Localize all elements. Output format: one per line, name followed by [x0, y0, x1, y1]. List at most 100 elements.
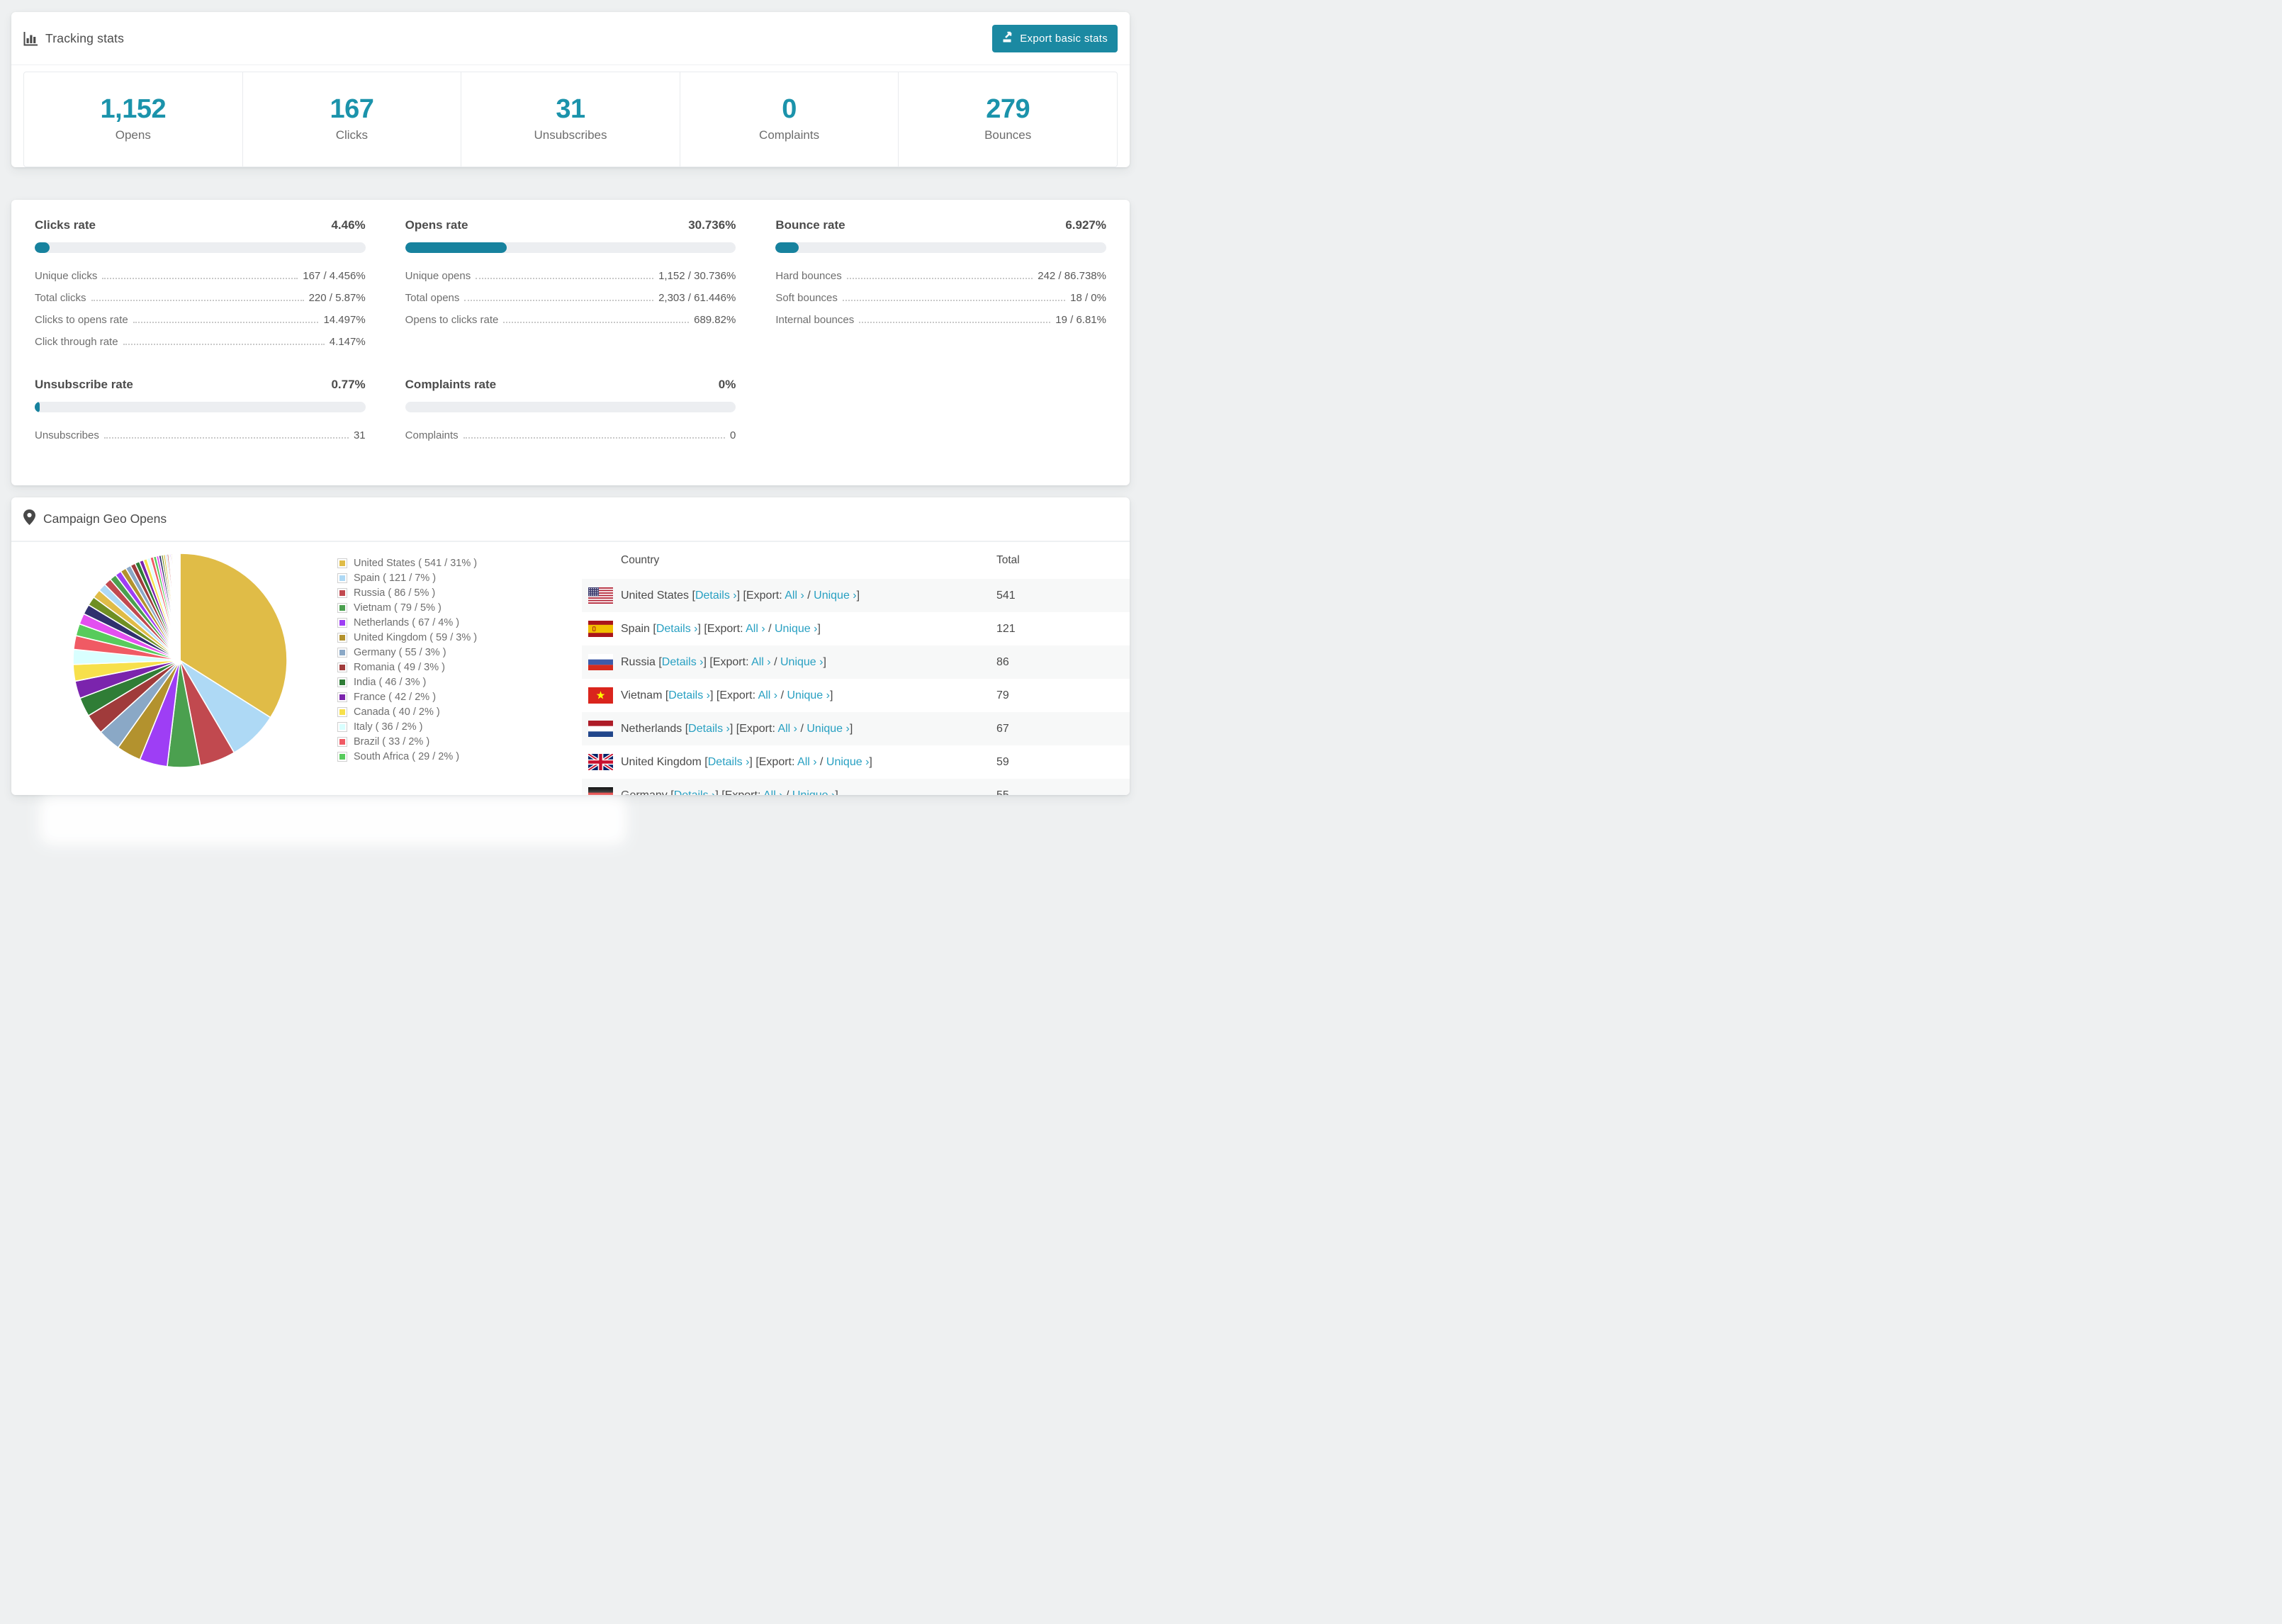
- pie-slice[interactable]: [179, 553, 181, 661]
- opens-rate-panel: Opens rate 30.736% Unique opens 1,152 / 30.…: [405, 218, 736, 358]
- legend-swatch: [337, 736, 347, 747]
- geo-opens-pie-chart[interactable]: [71, 551, 289, 769]
- dotted-leader: [91, 300, 304, 301]
- total-cell: 541: [996, 589, 1016, 602]
- export-all-link[interactable]: All ›: [797, 756, 817, 768]
- campaign-geo-opens-card: Campaign Geo Opens United States ( 541 /…: [11, 497, 1130, 795]
- dotted-leader: [102, 278, 298, 279]
- dotted-leader: [463, 437, 725, 439]
- legend-swatch: [337, 647, 347, 658]
- details-link[interactable]: Details ›: [688, 723, 730, 735]
- legend-item[interactable]: Germany ( 55 / 3% ): [337, 645, 477, 660]
- stat-value: 1,152: [100, 94, 167, 124]
- export-unique-link[interactable]: Unique ›: [775, 623, 817, 635]
- total-cell: 55: [996, 789, 1009, 796]
- geo-table-body: United States [Details ›] [Export: All ›…: [582, 579, 1130, 795]
- table-row-us: United States [Details ›] [Export: All ›…: [582, 579, 1130, 612]
- details-link[interactable]: Details ›: [708, 756, 750, 768]
- legend-item[interactable]: Russia ( 86 / 5% ): [337, 585, 477, 600]
- details-link[interactable]: Details ›: [656, 623, 698, 635]
- rate-value: 6.927%: [1065, 218, 1106, 232]
- rate-row: Hard bounces 242 / 86.738%: [775, 270, 1106, 282]
- country-cell: Russia [Details ›] [Export: All › / Uniq…: [621, 655, 826, 668]
- legend-item[interactable]: Italy ( 36 / 2% ): [337, 719, 477, 734]
- total-cell: 121: [996, 622, 1016, 635]
- legend-item[interactable]: South Africa ( 29 / 2% ): [337, 749, 477, 764]
- rate-row: Unsubscribes 31: [35, 429, 366, 441]
- dotted-leader: [123, 344, 325, 345]
- details-link[interactable]: Details ›: [668, 689, 710, 701]
- export-basic-stats-button[interactable]: Export basic stats: [992, 24, 1118, 52]
- country-cell: Germany [Details ›] [Export: All › / Uni…: [613, 789, 996, 796]
- bar-chart-icon: [23, 31, 38, 46]
- rate-row: Total opens 2,303 / 61.446%: [405, 292, 736, 304]
- campaign-geo-opens-header: Campaign Geo Opens: [11, 497, 1130, 542]
- legend-item[interactable]: Vietnam ( 79 / 5% ): [337, 600, 477, 615]
- details-link[interactable]: Details ›: [695, 590, 737, 602]
- geo-content: United States ( 541 / 31% ) Spain ( 121 /…: [11, 542, 1130, 795]
- legend-item[interactable]: India ( 46 / 3% ): [337, 675, 477, 689]
- rate-title: Opens rate: [405, 218, 468, 232]
- rates-grid: Clicks rate 4.46% Unique clicks 167 / 4.456…: [11, 200, 1130, 485]
- legend-item[interactable]: Netherlands ( 67 / 4% ): [337, 615, 477, 630]
- export-unique-link[interactable]: Unique ›: [806, 723, 849, 735]
- dotted-leader: [859, 322, 1051, 323]
- legend-swatch: [337, 558, 347, 568]
- stat-box-complaints: 0 Complaints: [679, 72, 899, 167]
- stat-value: 31: [556, 94, 585, 124]
- legend-item[interactable]: Canada ( 40 / 2% ): [337, 704, 477, 719]
- legend-item[interactable]: United Kingdom ( 59 / 3% ): [337, 630, 477, 645]
- export-all-link[interactable]: All ›: [785, 590, 804, 602]
- flag-us-icon: [588, 587, 613, 604]
- rate-title: Clicks rate: [35, 218, 96, 232]
- export-unique-link[interactable]: Unique ›: [814, 590, 856, 602]
- column-header-total: Total: [996, 554, 1020, 566]
- rate-title: Unsubscribe rate: [35, 378, 133, 391]
- flag-gb-icon: [588, 754, 613, 770]
- progress-fill: [35, 402, 40, 412]
- export-all-link[interactable]: All ›: [751, 656, 771, 668]
- bottom-glow: [39, 796, 627, 845]
- stat-box-opens: 1,152 Opens: [23, 72, 243, 167]
- details-link[interactable]: Details ›: [674, 789, 716, 796]
- progress-fill: [35, 242, 50, 253]
- export-unique-link[interactable]: Unique ›: [826, 756, 869, 768]
- stat-value: 0: [782, 94, 797, 124]
- export-unique-link[interactable]: Unique ›: [780, 656, 823, 668]
- country-cell: United Kingdom [Details ›] [Export: All …: [621, 755, 872, 768]
- total-cell: 86: [996, 655, 1009, 668]
- legend-swatch: [337, 677, 347, 687]
- rate-row: Click through rate 4.147%: [35, 336, 366, 348]
- export-all-link[interactable]: All ›: [777, 723, 797, 735]
- rate-value: 4.46%: [331, 218, 366, 232]
- progress-bar: [775, 242, 1106, 253]
- stat-label: Bounces: [984, 128, 1032, 142]
- page-title: Tracking stats: [45, 30, 125, 45]
- progress-fill: [405, 242, 507, 253]
- column-header-country: Country: [621, 554, 660, 566]
- export-all-link[interactable]: All ›: [746, 623, 765, 635]
- rate-row: Internal bounces 19 / 6.81%: [775, 314, 1106, 326]
- progress-bar: [405, 402, 736, 412]
- details-link[interactable]: Details ›: [662, 656, 704, 668]
- legend-item[interactable]: Brazil ( 33 / 2% ): [337, 734, 477, 749]
- legend-item[interactable]: France ( 42 / 2% ): [337, 689, 477, 704]
- stat-box-bounces: 279 Bounces: [898, 72, 1118, 167]
- export-all-link[interactable]: All ›: [763, 789, 783, 796]
- section-title: Campaign Geo Opens: [43, 512, 167, 526]
- rate-title: Bounce rate: [775, 218, 845, 232]
- geo-table-header: Country Total: [582, 542, 1130, 579]
- export-unique-link[interactable]: Unique ›: [792, 789, 835, 796]
- export-unique-link[interactable]: Unique ›: [787, 689, 829, 701]
- export-all-link[interactable]: All ›: [758, 689, 778, 701]
- legend-swatch: [337, 617, 347, 628]
- country-cell: Spain [Details ›] [Export: All › / Uniqu…: [621, 622, 821, 635]
- legend-item[interactable]: United States ( 541 / 31% ): [337, 556, 477, 570]
- flag-nl-icon: [588, 721, 613, 737]
- legend-swatch: [337, 602, 347, 613]
- legend-item[interactable]: Romania ( 49 / 3% ): [337, 660, 477, 675]
- pie-legend: United States ( 541 / 31% ) Spain ( 121 /…: [337, 556, 477, 764]
- legend-item[interactable]: Spain ( 121 / 7% ): [337, 570, 477, 585]
- tracking-stats-card: Tracking stats Export basic stats 1,152 O…: [11, 12, 1130, 167]
- tracking-stats-title: Tracking stats: [23, 31, 124, 46]
